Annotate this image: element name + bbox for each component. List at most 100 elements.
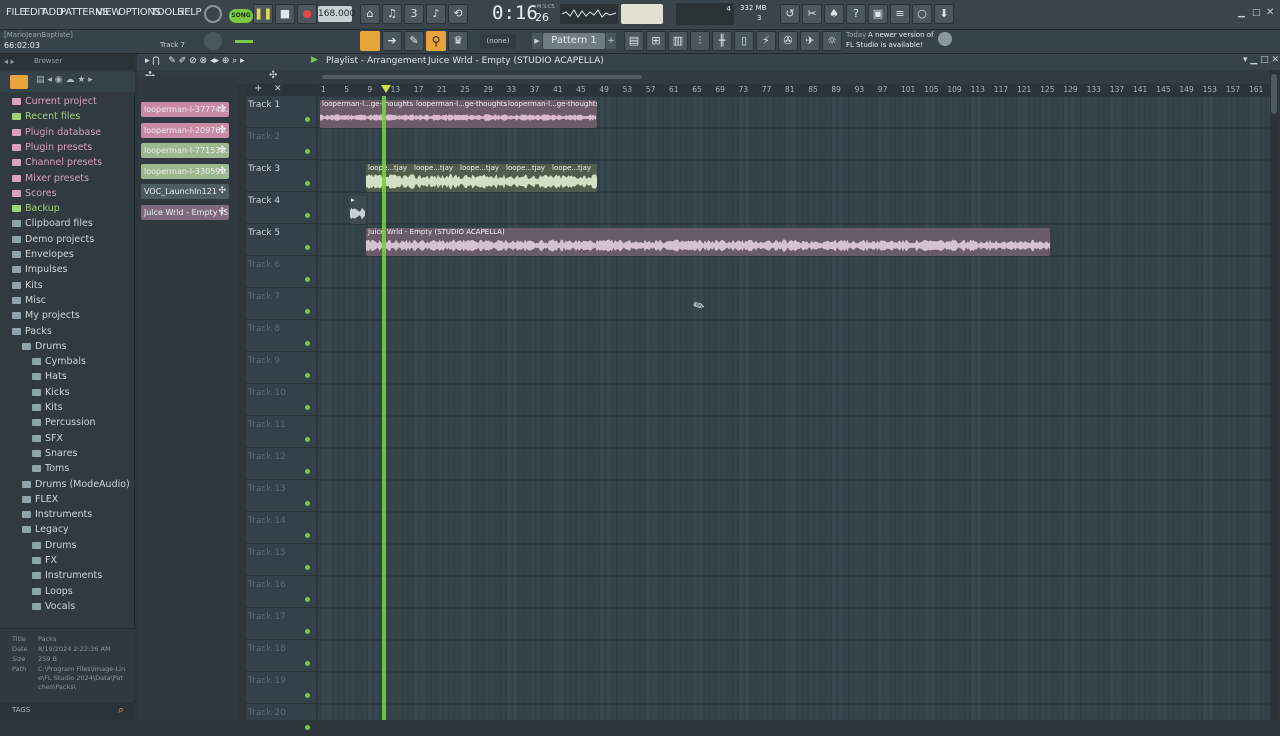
browser-item[interactable]: Clipboard files	[12, 218, 93, 229]
link-icon[interactable]: ⚲	[426, 31, 446, 51]
plugin-icon[interactable]: ⚡	[756, 31, 776, 51]
playlist-grid[interactable]: looperman-l...ge-thoughts looperman-l...…	[318, 96, 1270, 720]
download-icon[interactable]: ⬇	[934, 4, 954, 24]
pattern-prev-icon[interactable]: ▶	[532, 33, 542, 49]
stamp-icon[interactable]: ♛	[448, 31, 468, 51]
channel-item[interactable]: looperman-l-209765... ✣	[141, 122, 229, 138]
news-line-2[interactable]: FL Studio is available!	[846, 41, 923, 49]
channel-item[interactable]: VOC_LaunchIn121 ✣	[141, 184, 229, 199]
add-track-icon[interactable]: +	[254, 83, 262, 94]
track-mute-led[interactable]	[305, 629, 310, 634]
track-mute-led[interactable]	[305, 245, 310, 250]
mixer-view-icon[interactable]: ⫶	[690, 31, 710, 51]
clip-track4[interactable]: ▸	[350, 196, 366, 224]
track-header[interactable]: Track 18	[246, 640, 316, 672]
step-edit-icon[interactable]: ♪	[426, 4, 446, 24]
browser-item[interactable]: Impulses	[12, 264, 68, 275]
loop-record-icon[interactable]: ⟲	[448, 4, 468, 24]
track-mute-led[interactable]	[305, 533, 310, 538]
script-icon[interactable]: ✈	[800, 31, 820, 51]
track-mute-led[interactable]	[305, 341, 310, 346]
track-header[interactable]: Track 13	[246, 480, 316, 512]
track-mute-led[interactable]	[305, 405, 310, 410]
wrench-icon[interactable]: ✇	[778, 31, 798, 51]
pitch-knob[interactable]	[204, 32, 222, 50]
track-header[interactable]: Track 14	[246, 512, 316, 544]
track-header[interactable]: Track 19	[246, 672, 316, 704]
track-header[interactable]: Track 7	[246, 288, 316, 320]
track-mute-led[interactable]	[305, 149, 310, 154]
track-mute-led[interactable]	[305, 277, 310, 282]
track-header[interactable]: Track 6	[246, 256, 316, 288]
master-pitch-slider[interactable]	[235, 40, 253, 43]
browser-item[interactable]: Scores	[12, 188, 57, 199]
browser-item[interactable]: Percussion	[32, 417, 96, 428]
track-header[interactable]: Track 2	[246, 128, 316, 160]
track-header[interactable]: Track 4	[246, 192, 316, 224]
maximize-icon[interactable]: □	[1252, 8, 1261, 18]
stop-button[interactable]: ■	[275, 4, 295, 24]
track-header[interactable]: Track 12	[246, 448, 316, 480]
pattern-none-select[interactable]: (none)	[480, 34, 516, 49]
play-button[interactable]: ❚❚	[253, 4, 273, 24]
channel-drag-icon[interactable]: ✣	[218, 164, 226, 179]
vertical-scrollbar[interactable]	[1270, 70, 1278, 720]
channel-item[interactable]: looperman-l-771538... ✣	[141, 143, 229, 158]
track-header[interactable]: Track 1	[246, 96, 316, 128]
browser-item[interactable]: My projects	[12, 310, 80, 321]
track-header[interactable]: Track 15	[246, 544, 316, 576]
track-header[interactable]: Track 16	[246, 576, 316, 608]
browser-item[interactable]: Plugin database	[12, 127, 101, 138]
browser-item[interactable]: Vocals	[32, 601, 75, 612]
browser-item[interactable]: Drums (ModeAudio)	[22, 479, 130, 490]
master-volume-knob[interactable]	[204, 5, 222, 23]
browser-item[interactable]: Legacy	[22, 524, 69, 535]
snap-grid-icon[interactable]: ✣	[269, 70, 277, 81]
playlist-play-icon[interactable]: ▶	[311, 55, 318, 65]
tempo-display[interactable]: 168.000	[318, 6, 355, 22]
playlist-horizontal-scroll[interactable]	[322, 75, 642, 79]
news-line-1[interactable]: A newer version of	[868, 31, 934, 39]
browser-item[interactable]: Current project	[12, 96, 97, 107]
browser-item[interactable]: Packs	[12, 326, 52, 337]
channel-drag-icon[interactable]: ✣	[218, 123, 226, 138]
pattern-selector[interactable]: Pattern 1	[543, 33, 605, 49]
track-header[interactable]: Track 3	[246, 160, 316, 192]
browser-item[interactable]: Mixer presets	[12, 173, 89, 184]
microphone-icon[interactable]: ♠	[824, 4, 844, 24]
track-mute-led[interactable]	[305, 693, 310, 698]
browser-item[interactable]: Kits	[12, 280, 43, 291]
browser-item[interactable]: Snares	[32, 448, 77, 459]
track-header[interactable]: Track 5	[246, 224, 316, 256]
timeline-ruler[interactable]: 1 5 9 13 17 21 25 29 33 37 41 45 49 53 57 61 65 69 73 77 81 8…	[318, 84, 1270, 96]
browser-item[interactable]: Demo projects	[12, 234, 94, 245]
browser-item[interactable]: Drums	[32, 540, 76, 551]
add-pattern-icon[interactable]: +	[606, 33, 616, 49]
playlist-tools-icons[interactable]: ▸ ⋂ ✎ ✐ ⊘ ⊗ ◂▸ ⊕ ⌕ ▸	[145, 56, 245, 66]
tempo-tap-icon[interactable]: ╫	[712, 31, 732, 51]
news-icon[interactable]: ☼	[822, 31, 842, 51]
track-mute-led[interactable]	[305, 181, 310, 186]
browser-item[interactable]: Plugin presets	[12, 142, 92, 153]
track-mute-led[interactable]	[305, 597, 310, 602]
metronome-icon[interactable]: ⌂	[360, 4, 380, 24]
track-mute-led[interactable]	[305, 309, 310, 314]
chat-icon[interactable]: ○	[912, 4, 932, 24]
browser-item[interactable]: SFX	[32, 433, 63, 444]
track-header[interactable]: Track 20	[246, 704, 316, 736]
browser-item[interactable]: Cymbals	[32, 356, 86, 367]
browser-item[interactable]: FLEX	[22, 494, 58, 505]
browser-item[interactable]: Instruments	[32, 570, 102, 581]
minimize-icon[interactable]: ▁	[1238, 8, 1245, 18]
channel-drag-icon[interactable]: ✣	[218, 102, 226, 117]
browser-item[interactable]: Instruments	[22, 509, 92, 520]
browser-icon[interactable]: ▯	[734, 31, 754, 51]
playhead[interactable]	[382, 96, 386, 720]
playhead-marker[interactable]	[381, 85, 391, 93]
browser-item[interactable]: Channel presets	[12, 157, 102, 168]
tools-icon[interactable]: ✂	[802, 4, 822, 24]
pencil-icon[interactable]: ✎	[404, 31, 424, 51]
browser-item[interactable]: Envelopes	[12, 249, 74, 260]
piano-roll-icon[interactable]: ▥	[668, 31, 688, 51]
track-mute-led[interactable]	[305, 501, 310, 506]
